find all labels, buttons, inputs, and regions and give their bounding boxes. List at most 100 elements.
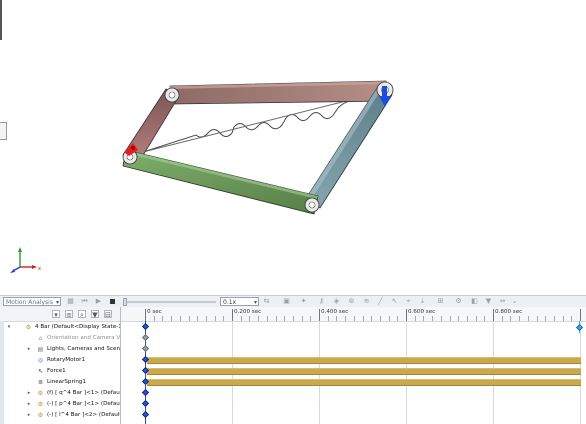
tree-item-label: Lights, Cameras and Scene [47,346,121,352]
stop-icon[interactable] [110,299,115,304]
tree-scrollbar[interactable] [0,321,4,424]
study-type-value: Motion Analysis [6,299,53,306]
tree-item-orientation-camera[interactable]: ⌂ Orientation and Camera Vi [0,333,120,344]
link-right[interactable] [304,87,393,209]
ruler-minor-tick [197,316,198,321]
results-icon[interactable]: ⊞ [437,298,444,305]
key-point[interactable] [141,388,150,397]
linear-spring-bar[interactable] [147,379,581,386]
ruler-minor-tick [571,316,572,321]
playback-slider-track[interactable] [124,301,216,303]
ruler-minor-tick [415,316,416,321]
save-animation-icon[interactable]: ▣ [283,298,290,305]
key-point[interactable] [141,399,150,408]
key-point[interactable] [141,410,150,419]
calculate-icon[interactable]: ▦ [67,298,74,305]
ruler-major-tick [406,309,407,321]
playback-mode-icon[interactable]: ⇆ [263,298,270,305]
ruler-minor-tick [249,316,250,321]
tree-item-part-p[interactable]: ▸ ⚙ (-) [ p^4 Bar ]<1> (Default< [0,399,120,410]
play-icon[interactable]: ▶ [95,298,102,305]
ruler-minor-tick [328,316,329,321]
playback-slider-thumb[interactable] [123,298,127,306]
study-type-select[interactable]: Motion Analysis ▾ [3,297,61,306]
search-icon[interactable]: ⌕ [78,310,86,319]
play-from-start-icon[interactable]: ⏮ [81,298,88,305]
tree-item-rotary-motor[interactable]: ◎ RotaryMotor1 [0,355,120,366]
ruler-minor-tick [554,316,555,321]
study-properties-icon[interactable]: ⚙ [455,298,462,305]
end-time-key[interactable] [575,323,584,332]
link-bottom[interactable] [122,149,319,215]
playback-speed-select[interactable]: 0.1x ▾ [220,297,259,306]
ruler-major-tick [493,309,494,321]
part-icon: ⚙ [37,412,44,419]
link-top[interactable] [169,80,389,105]
sort-icon[interactable]: ≡ [65,310,73,319]
spring-icon[interactable]: ≋ [363,298,370,305]
rotary-motor-bar[interactable] [147,357,581,364]
key-point[interactable] [141,344,150,353]
expand-toggle[interactable]: ▾ [6,322,12,333]
ruler-minor-tick [519,316,520,321]
key-point[interactable] [141,322,150,331]
tree-item-lights-cameras[interactable]: ▸ ▤ Lights, Cameras and Scene [0,344,120,355]
key-point[interactable] [141,333,150,342]
ruler-major-tick [145,309,146,321]
force-icon[interactable]: ↖ [391,298,398,305]
graphics-viewport[interactable]: x [0,0,586,295]
ruler-minor-tick [162,316,163,321]
ruler-minor-tick [267,316,268,321]
four-bar-model[interactable] [0,0,586,295]
damper-icon[interactable]: ╱ [377,298,384,305]
expand-toggle[interactable]: ▸ [26,399,32,410]
filter-icon[interactable]: ▼ [485,298,492,305]
ruler-minor-tick [293,316,294,321]
force-icon: ↖ [37,368,44,375]
add-key-icon[interactable]: ◈ [333,298,340,305]
part-icon: ⚙ [37,401,44,408]
ruler-minor-tick [441,316,442,321]
camera-icon: ⌂ [38,335,43,342]
view-keys-icon[interactable]: ◧ [471,298,478,305]
autokey-icon[interactable]: ⚷ [318,298,325,305]
rotary-motor-icon: ◎ [37,357,44,364]
animation-wizard-icon[interactable]: ✦ [300,298,307,305]
ruler-major-tick [232,309,233,321]
tree-item-label: (-) [ p^4 Bar ]<1> (Default< [47,401,121,407]
assembly-icon: ⚙ [25,324,32,331]
timeline-area[interactable]: 0 sec 0.200 sec 0.400 sec 0.600 sec 0.80… [121,307,586,424]
force-bar[interactable] [147,368,581,375]
expand-toggle[interactable]: ▸ [26,388,32,399]
time-ruler[interactable]: 0 sec 0.200 sec 0.400 sec 0.600 sec 0.80… [121,307,586,322]
filter-icon[interactable]: ▾ [52,310,60,319]
tree-item-force[interactable]: ↖ Force1 [0,366,120,377]
ruler-minor-tick [310,316,311,321]
tree-item-assembly[interactable]: ▾ ⚙ 4 Bar (Default<Display State-1> [0,322,120,333]
ruler-minor-tick [545,316,546,321]
funnel-icon[interactable]: ▼ [91,310,99,319]
tree-item-label: Orientation and Camera Vi [47,335,121,341]
expand-toggle[interactable]: ▸ [26,344,32,355]
contact-icon[interactable]: ⌖ [405,298,412,305]
gravity-icon[interactable]: ⇣ [419,298,426,305]
motor-icon[interactable]: ⊛ [348,298,355,305]
ruler-minor-tick [276,316,277,321]
collapse-all-icon[interactable]: ⊟ [104,310,112,319]
ruler-minor-tick [563,316,564,321]
tree-item-part-l[interactable]: ▸ ⚙ (-) [ l^4 Bar ]<2> (Default< [0,410,120,421]
linear-spring-icon: ≣ [37,379,44,386]
ruler-minor-tick [206,316,207,321]
ruler-minor-tick [189,316,190,321]
ruler-minor-tick [476,316,477,321]
ruler-minor-tick [528,316,529,321]
collapse-icon[interactable]: ⌄ [511,298,518,305]
ruler-minor-tick [180,316,181,321]
tree-item-linear-spring[interactable]: ≣ LinearSpring1 [0,377,120,388]
expand-toggle[interactable]: ▸ [26,410,32,421]
tree-item-label: LinearSpring1 [47,379,86,385]
zoom-timeline-icon[interactable]: ⇔ [499,298,506,305]
ruler-minor-tick [345,316,346,321]
tree-item-part-q[interactable]: ▸ ⚙ (f) [ q^4 Bar ]<1> (Default< [0,388,120,399]
part-icon: ⚙ [37,390,44,397]
